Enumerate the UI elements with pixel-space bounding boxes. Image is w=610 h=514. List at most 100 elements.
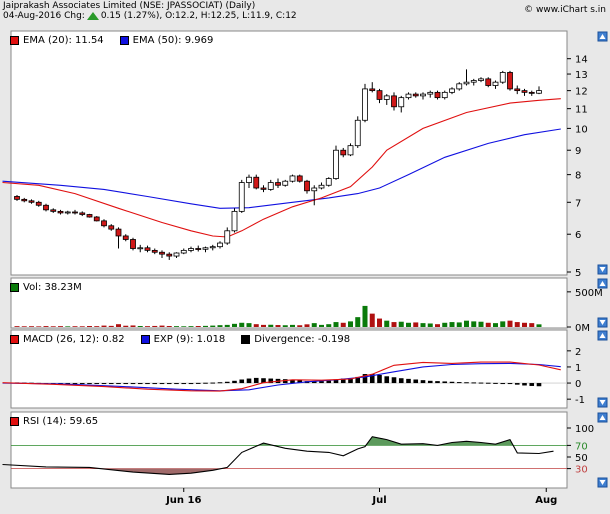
divergence-bar [246, 378, 252, 384]
volume-bar [529, 323, 535, 327]
price-tick-label: 11 [575, 105, 588, 116]
volume-bar [72, 326, 78, 327]
candle-body [369, 88, 376, 92]
divergence-bar [464, 382, 469, 384]
macd-panel-down-button[interactable] [597, 397, 608, 408]
candle-body [449, 88, 455, 93]
candle-body [122, 235, 129, 240]
volume-bar [333, 322, 339, 327]
volume-bar [94, 326, 100, 327]
divergence-bar [384, 376, 390, 384]
candle-body [260, 187, 267, 190]
rsi-tick-label: 30 [575, 465, 588, 476]
candle-body [470, 80, 477, 83]
volume-bar [174, 326, 179, 327]
divergence-bar [137, 383, 143, 385]
macd-tick-label: 2 [575, 347, 581, 358]
volume-bar [152, 325, 158, 327]
rsi-panel-down-button[interactable] [597, 477, 608, 488]
candle-body [405, 93, 412, 99]
divergence-bar [123, 383, 129, 385]
legend-swatch-rsi [10, 416, 19, 426]
divergence-bar [514, 383, 520, 385]
candle-body [282, 180, 289, 186]
candle-body [195, 248, 202, 250]
price-legend: EMA (20): 11.54 EMA (50): 9.969 [10, 33, 223, 47]
volume-bar [326, 324, 332, 327]
divergence-bar [94, 383, 100, 385]
candle-body [420, 93, 426, 97]
divergence-bar [195, 382, 201, 384]
price-tick-label: 14 [575, 55, 588, 66]
legend-swatch-divergence [241, 334, 251, 344]
volume-bar [108, 325, 114, 327]
volume-panel-up-button[interactable] [597, 278, 608, 289]
divergence-bar [253, 377, 259, 384]
candle-body [275, 182, 281, 186]
volume-bar [210, 325, 216, 327]
divergence-bar [130, 383, 136, 385]
divergence-bar [79, 383, 85, 385]
candle-body [72, 211, 78, 214]
candle-body [485, 78, 492, 86]
candle-body [115, 228, 122, 237]
divergence-bar [420, 380, 426, 384]
candle-body [536, 90, 542, 94]
candle-body [231, 210, 238, 232]
volume-bar [275, 325, 281, 327]
volume-bar [188, 326, 194, 327]
volume-bar [507, 320, 513, 327]
volume-bar [319, 324, 324, 327]
volume-bar [362, 305, 368, 327]
volume-bar [449, 322, 455, 327]
candle-body [50, 209, 57, 212]
candle-body [463, 81, 470, 85]
rsi-tick-label: 100 [575, 424, 594, 435]
volume-bar [427, 323, 433, 327]
candle-body [304, 180, 310, 192]
legend-swatch-ema20 [10, 35, 19, 45]
price-tick-label: 6 [575, 230, 581, 241]
volume-panel-down-button[interactable] [597, 317, 608, 328]
volume-bar [522, 322, 527, 327]
volume-bar [369, 313, 375, 327]
divergence-bar [174, 383, 179, 385]
price-tick-label: 12 [575, 87, 588, 98]
legend-ema20: EMA (20): 11.54 [10, 35, 104, 46]
divergence-bar [326, 380, 332, 384]
volume-bar [239, 322, 245, 327]
candle-body [130, 239, 136, 249]
volume-bar [442, 322, 448, 327]
candle-body [93, 216, 100, 222]
legend-divergence: Divergence: -0.198 [241, 334, 350, 345]
candle-body [383, 95, 390, 100]
volume-bar [14, 326, 20, 327]
volume-bar [195, 326, 201, 327]
divergence-bar [239, 379, 245, 384]
candle-body [434, 91, 441, 99]
volume-bar [137, 326, 143, 327]
volume-bar [384, 320, 390, 327]
rsi-panel-up-button[interactable] [597, 412, 608, 423]
candle-body [79, 212, 86, 215]
volume-bar [435, 324, 440, 327]
divergence-bar [108, 383, 114, 385]
legend-macd: MACD (26, 12): 0.82 [10, 334, 125, 345]
macd-panel-up-button[interactable] [597, 330, 608, 341]
candle-body [499, 72, 506, 83]
panel-vol [10, 277, 568, 329]
price-panel-down-button[interactable] [597, 264, 608, 275]
candle-body [514, 88, 521, 92]
divergence-bar [500, 383, 506, 385]
candle-body [267, 182, 274, 190]
divergence-bar [166, 383, 172, 385]
candle-body [391, 95, 397, 108]
divergence-bar [377, 375, 382, 384]
volume-bar [471, 321, 477, 327]
legend-swatch-vol [10, 282, 19, 292]
price-panel-up-button[interactable] [597, 31, 608, 42]
candle-body [224, 230, 231, 244]
divergence-bar [456, 382, 462, 384]
divergence-bar [145, 383, 150, 385]
macd-legend: MACD (26, 12): 0.82 EXP (9): 1.018 Diver… [10, 332, 360, 346]
